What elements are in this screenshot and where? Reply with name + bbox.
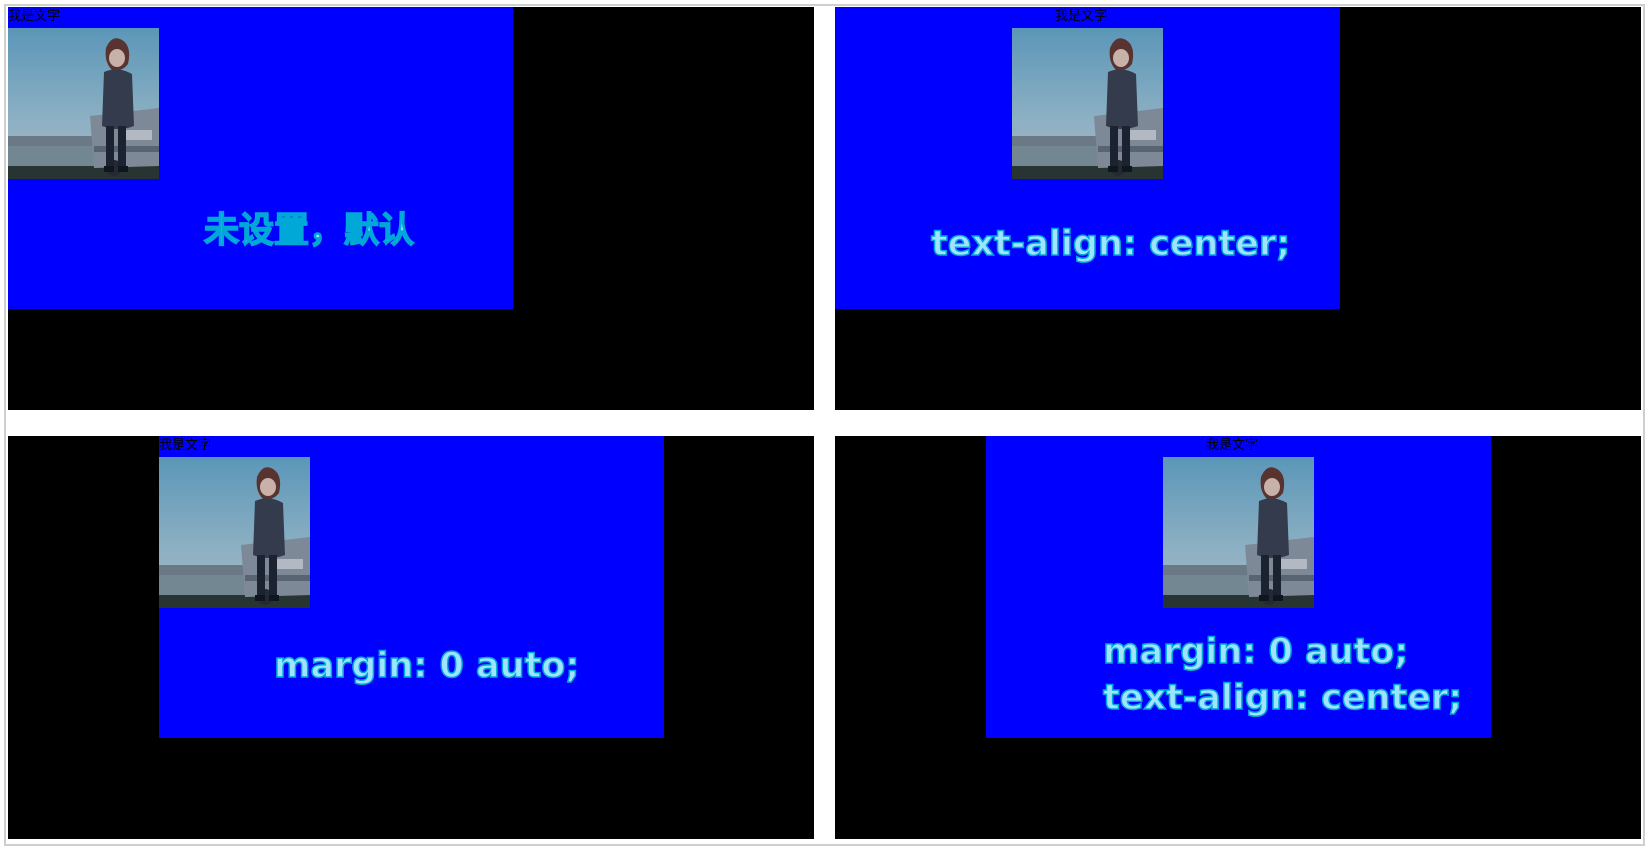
- label-text: 我是文字: [1055, 9, 1108, 24]
- demo-panel-margin-auto: 我是文字 margin: 0 auto;: [8, 436, 814, 839]
- demo-panel-text-align-center: 我是文字 text-align: center;: [835, 7, 1641, 410]
- caption: text-align: center;: [930, 222, 1291, 266]
- caption-line: 未设置，默认: [203, 210, 415, 252]
- label-text: 我是文字: [1206, 438, 1259, 453]
- demo-panel-margin-auto-text-align-center: 我是文字 margin: 0 auto; text-align: center;: [835, 436, 1641, 839]
- blue-box: 我是文字: [835, 7, 1340, 309]
- label-text: 我是文字: [159, 438, 212, 453]
- anime-girl-by-car-picture: [1012, 28, 1163, 179]
- anime-girl-by-car-picture: [159, 457, 310, 608]
- caption-line: margin: 0 auto;: [273, 645, 580, 687]
- anime-girl-by-car-picture: [1163, 457, 1314, 608]
- blue-box: 我是文字: [8, 7, 513, 309]
- label-text: 我是文字: [8, 9, 61, 24]
- caption-line: text-align: center;: [1102, 677, 1463, 719]
- blue-box: 我是文字: [159, 436, 664, 738]
- blue-box: 我是文字: [986, 436, 1491, 738]
- caption: margin: 0 auto; text-align: center;: [1102, 629, 1463, 721]
- caption-line: text-align: center;: [930, 223, 1291, 265]
- demo-panel-default: 我是文字 未设置，默认: [8, 7, 814, 410]
- anime-girl-by-car-picture: [8, 28, 159, 179]
- caption: 未设置，默认: [203, 209, 415, 253]
- caption-line: margin: 0 auto;: [1102, 631, 1409, 673]
- caption: margin: 0 auto;: [273, 644, 580, 688]
